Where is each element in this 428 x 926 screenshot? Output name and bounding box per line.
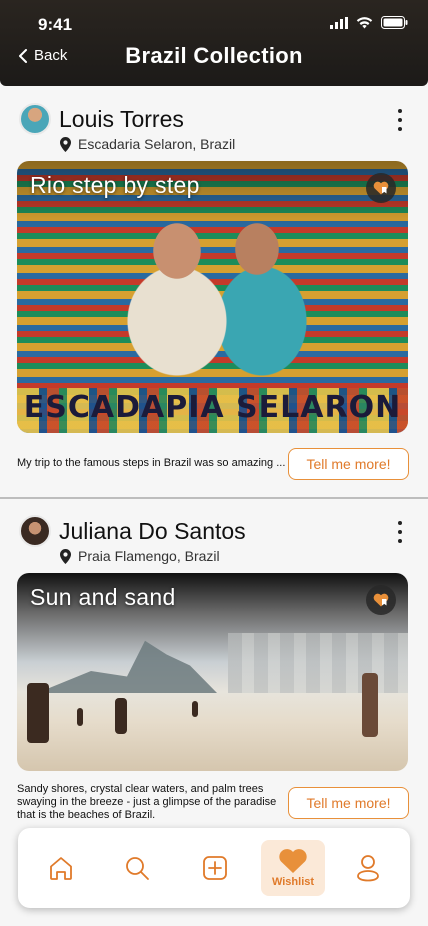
status-time: 9:41 (38, 15, 73, 34)
heart-icon (279, 849, 307, 873)
profile-icon (357, 855, 379, 882)
location-pin-icon (60, 548, 71, 564)
user-name[interactable]: Louis Torres (59, 106, 184, 133)
post-caption: My trip to the famous steps in Brazil wa… (17, 457, 286, 469)
heart-bookmark-icon (373, 181, 389, 195)
location-pin-icon (60, 136, 71, 152)
tell-me-more-button[interactable]: Tell me more! (288, 448, 409, 480)
avatar[interactable] (19, 515, 51, 547)
more-options-icon[interactable] (396, 109, 404, 131)
nav-home[interactable] (29, 840, 93, 896)
signal-icon (330, 16, 348, 29)
app-header: 9:41 Back Brazil Collection (0, 0, 428, 86)
photo-sign: ESCADAPIA SELARON (23, 390, 402, 425)
photo-figure (362, 673, 378, 737)
favorite-button[interactable] (366, 173, 396, 203)
photo-title: Sun and sand (30, 584, 176, 610)
photo-people (117, 221, 317, 391)
location: Escadaria Selaron, Brazil (60, 136, 235, 152)
tell-me-more-button[interactable]: Tell me more! (288, 787, 409, 819)
nav-profile[interactable] (336, 840, 400, 896)
nav-search[interactable] (105, 840, 169, 896)
photo-figure (77, 708, 83, 726)
location-label: Praia Flamengo, Brazil (78, 548, 220, 564)
photo-title: Rio step by step (30, 172, 200, 198)
photo-buildings (228, 633, 408, 693)
photo-figure (115, 698, 127, 734)
photo-figure (27, 683, 49, 743)
search-icon (126, 857, 149, 880)
nav-add[interactable] (183, 840, 247, 896)
home-icon (50, 857, 72, 880)
post-photo[interactable]: Sun and sand (17, 573, 408, 771)
post-caption: Sandy shores, crystal clear waters, and … (17, 783, 277, 821)
heart-bookmark-icon (373, 593, 389, 607)
favorite-button[interactable] (366, 585, 396, 615)
photo-figure (192, 701, 198, 717)
nav-wishlist-label: Wishlist (271, 876, 315, 888)
more-options-icon[interactable] (396, 521, 404, 543)
nav-wishlist[interactable]: Wishlist (261, 840, 325, 896)
location-label: Escadaria Selaron, Brazil (78, 136, 236, 152)
page-title: Brazil Collection (125, 43, 303, 68)
wifi-icon (356, 16, 373, 28)
user-name[interactable]: Juliana Do Santos (59, 518, 246, 545)
bottom-navigation: Wishlist (18, 828, 410, 908)
battery-icon (381, 16, 408, 29)
avatar[interactable] (19, 103, 51, 135)
photo-mountain (37, 640, 217, 693)
post-photo[interactable]: ESCADAPIA SELARON Rio step by step (17, 161, 408, 433)
add-icon (203, 856, 227, 880)
post-divider (0, 497, 428, 499)
location: Praia Flamengo, Brazil (60, 548, 220, 564)
status-icons (330, 16, 408, 29)
